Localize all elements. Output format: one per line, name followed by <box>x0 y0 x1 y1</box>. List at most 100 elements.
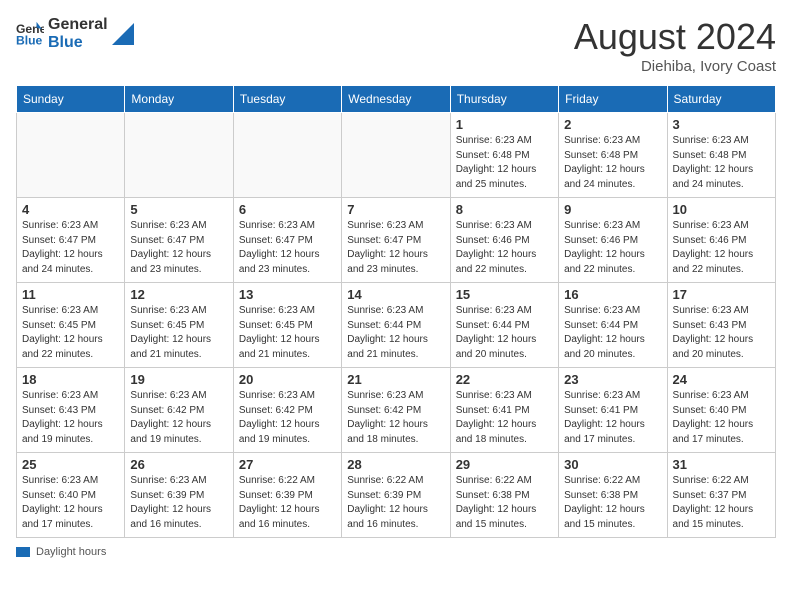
calendar-cell: 24 Sunrise: 6:23 AMSunset: 6:40 PMDayligh… <box>667 368 775 453</box>
day-info: Sunrise: 6:23 AMSunset: 6:42 PMDaylight:… <box>347 389 444 447</box>
logo-icon: General Blue <box>16 20 44 48</box>
day-number: 19 <box>130 372 227 387</box>
calendar-cell <box>125 113 233 198</box>
calendar-cell: 9 Sunrise: 6:23 AMSunset: 6:46 PMDaylight… <box>559 198 667 283</box>
calendar-day-header: Friday <box>559 86 667 113</box>
calendar-cell: 21Sunrise: 6:23 AMSunset: 6:42 PMDayligh… <box>342 368 450 453</box>
calendar-cell: 2 Sunrise: 6:23 AMSunset: 6:48 PMDaylight… <box>559 113 667 198</box>
footer: Daylight hours <box>16 546 776 558</box>
calendar-cell: 28 Sunrise: 6:22 AMSunset: 6:39 PMDayligh… <box>342 453 450 538</box>
day-info: Sunrise: 6:23 AMSunset: 6:42 PMDaylight:… <box>130 389 227 447</box>
day-info: Sunrise: 6:23 AMSunset: 6:46 PMDaylight:… <box>456 219 553 277</box>
calendar-cell: 5Sunrise: 6:23 AMSunset: 6:47 PMDaylight… <box>125 198 233 283</box>
day-info: Sunrise: 6:23 AMSunset: 6:39 PMDaylight:… <box>130 474 227 532</box>
calendar-week-row: 25 Sunrise: 6:23 AMSunset: 6:40 PMDayligh… <box>17 453 776 538</box>
day-number: 11 <box>22 287 119 302</box>
day-number: 27 <box>239 457 336 472</box>
calendar-cell: 8 Sunrise: 6:23 AMSunset: 6:46 PMDaylight… <box>450 198 558 283</box>
day-number: 15 <box>456 287 553 302</box>
logo-general: General <box>48 16 108 34</box>
calendar-week-row: 18 Sunrise: 6:23 AMSunset: 6:43 PMDayligh… <box>17 368 776 453</box>
day-number: 28 <box>347 457 444 472</box>
calendar-day-header: Sunday <box>17 86 125 113</box>
day-number: 20 <box>239 372 336 387</box>
calendar-cell: 3 Sunrise: 6:23 AMSunset: 6:48 PMDaylight… <box>667 113 775 198</box>
calendar-cell: 22 Sunrise: 6:23 AMSunset: 6:41 PMDayligh… <box>450 368 558 453</box>
day-number: 30 <box>564 457 661 472</box>
day-number: 18 <box>22 372 119 387</box>
daylight-bar-icon <box>16 547 30 557</box>
day-number: 4 <box>22 202 119 217</box>
page-header: General Blue General Blue August 2024 Di… <box>16 16 776 75</box>
location-subtitle: Diehiba, Ivory Coast <box>574 58 776 75</box>
day-info: Sunrise: 6:23 AMSunset: 6:45 PMDaylight:… <box>239 304 336 362</box>
day-info: Sunrise: 6:23 AMSunset: 6:48 PMDaylight:… <box>564 134 661 192</box>
day-number: 8 <box>456 202 553 217</box>
calendar-cell: 25 Sunrise: 6:23 AMSunset: 6:40 PMDayligh… <box>17 453 125 538</box>
calendar-week-row: 11 Sunrise: 6:23 AMSunset: 6:45 PMDayligh… <box>17 283 776 368</box>
logo-triangle-icon <box>112 23 134 45</box>
calendar-cell: 20 Sunrise: 6:23 AMSunset: 6:42 PMDayligh… <box>233 368 341 453</box>
day-number: 16 <box>564 287 661 302</box>
day-info: Sunrise: 6:23 AMSunset: 6:40 PMDaylight:… <box>22 474 119 532</box>
day-info: Sunrise: 6:23 AMSunset: 6:42 PMDaylight:… <box>239 389 336 447</box>
calendar-cell <box>17 113 125 198</box>
day-info: Sunrise: 6:23 AMSunset: 6:48 PMDaylight:… <box>673 134 770 192</box>
day-info: Sunrise: 6:23 AMSunset: 6:46 PMDaylight:… <box>673 219 770 277</box>
day-info: Sunrise: 6:23 AMSunset: 6:47 PMDaylight:… <box>239 219 336 277</box>
calendar-day-header: Thursday <box>450 86 558 113</box>
day-number: 22 <box>456 372 553 387</box>
calendar-day-header: Wednesday <box>342 86 450 113</box>
day-info: Sunrise: 6:23 AMSunset: 6:43 PMDaylight:… <box>22 389 119 447</box>
day-info: Sunrise: 6:23 AMSunset: 6:44 PMDaylight:… <box>456 304 553 362</box>
calendar-cell: 23Sunrise: 6:23 AMSunset: 6:41 PMDayligh… <box>559 368 667 453</box>
day-number: 10 <box>673 202 770 217</box>
day-info: Sunrise: 6:23 AMSunset: 6:44 PMDaylight:… <box>564 304 661 362</box>
day-info: Sunrise: 6:22 AMSunset: 6:39 PMDaylight:… <box>239 474 336 532</box>
day-number: 3 <box>673 117 770 132</box>
day-info: Sunrise: 6:22 AMSunset: 6:39 PMDaylight:… <box>347 474 444 532</box>
day-info: Sunrise: 6:23 AMSunset: 6:46 PMDaylight:… <box>564 219 661 277</box>
calendar-table: SundayMondayTuesdayWednesdayThursdayFrid… <box>16 85 776 538</box>
calendar-cell: 15 Sunrise: 6:23 AMSunset: 6:44 PMDayligh… <box>450 283 558 368</box>
day-info: Sunrise: 6:23 AMSunset: 6:47 PMDaylight:… <box>347 219 444 277</box>
svg-text:Blue: Blue <box>16 33 43 47</box>
day-number: 17 <box>673 287 770 302</box>
calendar-week-row: 4 Sunrise: 6:23 AMSunset: 6:47 PMDaylight… <box>17 198 776 283</box>
day-info: Sunrise: 6:23 AMSunset: 6:47 PMDaylight:… <box>130 219 227 277</box>
day-number: 23 <box>564 372 661 387</box>
day-info: Sunrise: 6:23 AMSunset: 6:41 PMDaylight:… <box>456 389 553 447</box>
calendar-cell: 17Sunrise: 6:23 AMSunset: 6:43 PMDayligh… <box>667 283 775 368</box>
day-number: 2 <box>564 117 661 132</box>
calendar-week-row: 1 Sunrise: 6:23 AMSunset: 6:48 PMDaylight… <box>17 113 776 198</box>
day-number: 9 <box>564 202 661 217</box>
day-number: 25 <box>22 457 119 472</box>
day-number: 12 <box>130 287 227 302</box>
day-info: Sunrise: 6:22 AMSunset: 6:38 PMDaylight:… <box>564 474 661 532</box>
calendar-cell <box>233 113 341 198</box>
day-info: Sunrise: 6:22 AMSunset: 6:38 PMDaylight:… <box>456 474 553 532</box>
calendar-day-header: Saturday <box>667 86 775 113</box>
day-info: Sunrise: 6:23 AMSunset: 6:47 PMDaylight:… <box>22 219 119 277</box>
calendar-cell: 19 Sunrise: 6:23 AMSunset: 6:42 PMDayligh… <box>125 368 233 453</box>
calendar-cell: 29Sunrise: 6:22 AMSunset: 6:38 PMDayligh… <box>450 453 558 538</box>
calendar-cell: 10 Sunrise: 6:23 AMSunset: 6:46 PMDayligh… <box>667 198 775 283</box>
day-number: 31 <box>673 457 770 472</box>
day-number: 24 <box>673 372 770 387</box>
day-number: 1 <box>456 117 553 132</box>
day-info: Sunrise: 6:23 AMSunset: 6:45 PMDaylight:… <box>22 304 119 362</box>
day-info: Sunrise: 6:23 AMSunset: 6:40 PMDaylight:… <box>673 389 770 447</box>
day-info: Sunrise: 6:23 AMSunset: 6:45 PMDaylight:… <box>130 304 227 362</box>
day-info: Sunrise: 6:23 AMSunset: 6:44 PMDaylight:… <box>347 304 444 362</box>
day-number: 13 <box>239 287 336 302</box>
calendar-cell: 4 Sunrise: 6:23 AMSunset: 6:47 PMDaylight… <box>17 198 125 283</box>
day-number: 26 <box>130 457 227 472</box>
day-number: 14 <box>347 287 444 302</box>
day-info: Sunrise: 6:22 AMSunset: 6:37 PMDaylight:… <box>673 474 770 532</box>
calendar-cell: 7 Sunrise: 6:23 AMSunset: 6:47 PMDaylight… <box>342 198 450 283</box>
title-block: August 2024 Diehiba, Ivory Coast <box>574 16 776 75</box>
calendar-cell: 18 Sunrise: 6:23 AMSunset: 6:43 PMDayligh… <box>17 368 125 453</box>
calendar-cell: 14 Sunrise: 6:23 AMSunset: 6:44 PMDayligh… <box>342 283 450 368</box>
calendar-cell: 1Sunrise: 6:23 AMSunset: 6:48 PMDaylight… <box>450 113 558 198</box>
day-number: 7 <box>347 202 444 217</box>
